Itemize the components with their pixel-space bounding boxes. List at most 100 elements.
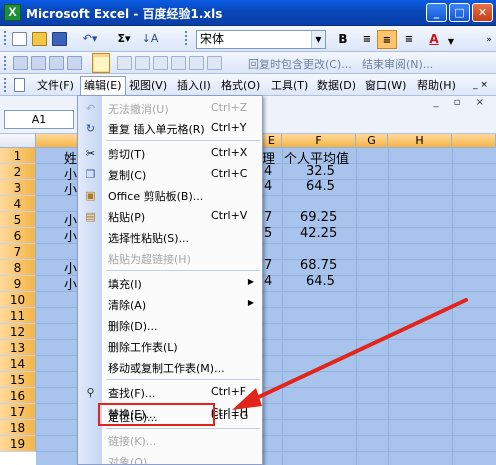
document-icon[interactable] <box>12 75 26 95</box>
new-icon[interactable] <box>10 29 28 49</box>
column-header-f[interactable]: F <box>282 134 356 148</box>
review-icon[interactable] <box>30 53 46 73</box>
comment-icon[interactable] <box>92 53 110 73</box>
toolbar-grip[interactable] <box>3 55 7 72</box>
column-header-g[interactable]: G <box>356 134 388 148</box>
sort-ascending-icon[interactable]: ↓A <box>140 29 160 49</box>
cell-f6[interactable]: 42.25 <box>300 226 337 241</box>
end-review-button[interactable]: 结束审阅(N)... <box>362 56 433 72</box>
cell-f5[interactable]: 69.25 <box>300 210 337 225</box>
chevron-down-icon[interactable]: ▼ <box>311 31 325 48</box>
menu-item-clear[interactable]: 清除(A) ▶ <box>78 294 262 315</box>
menu-item-redo[interactable]: ↻ 重复 插入单元格(R) Ctrl+Y <box>78 118 262 139</box>
menu-item-fill[interactable]: 填充(I) ▶ <box>78 273 262 294</box>
menu-help[interactable]: 帮助(H) <box>414 77 459 94</box>
review-icon[interactable] <box>66 53 82 73</box>
row-header[interactable]: 4 <box>0 196 36 212</box>
row-header[interactable]: 15 <box>0 372 36 388</box>
row-header[interactable]: 18 <box>0 420 36 436</box>
row-header[interactable]: 14 <box>0 356 36 372</box>
row-header[interactable]: 7 <box>0 244 36 260</box>
excel-icon[interactable]: X <box>4 4 21 21</box>
toolbar-grip[interactable] <box>184 30 188 47</box>
select-all-corner[interactable] <box>0 134 36 148</box>
toolbar-grip[interactable] <box>3 30 7 47</box>
menu-file[interactable]: 文件(F) <box>34 77 77 94</box>
column-header-next[interactable] <box>452 134 496 148</box>
row-header[interactable]: 5 <box>0 212 36 228</box>
menu-item-office-clipboard[interactable]: ▣ Office 剪贴板(B)... <box>78 185 262 206</box>
row-header[interactable]: 11 <box>0 308 36 324</box>
save-icon[interactable] <box>50 29 68 49</box>
row-header[interactable]: 17 <box>0 404 36 420</box>
review-icon[interactable] <box>48 53 64 73</box>
workbook-window-controls[interactable]: _ ▫ × <box>433 97 490 108</box>
align-left-icon[interactable]: ≡ <box>357 30 377 49</box>
menu-item-find[interactable]: ⚲ 查找(F)... Ctrl+F <box>78 382 262 403</box>
cell-e2[interactable]: 4 <box>264 164 272 179</box>
cell-e8[interactable]: 7 <box>264 258 272 273</box>
review-icon[interactable] <box>170 53 186 73</box>
menu-item-copy[interactable]: ❐ 复制(C) Ctrl+C <box>78 164 262 185</box>
menu-item-cut[interactable]: ✂ 剪切(T) Ctrl+X <box>78 143 262 164</box>
review-icon[interactable] <box>12 53 28 73</box>
maximize-icon[interactable]: □ <box>449 3 470 22</box>
cell-e6[interactable]: 5 <box>264 226 272 241</box>
close-workbook-icon[interactable]: _ × <box>470 77 491 94</box>
align-right-icon[interactable]: ≡ <box>399 30 419 49</box>
cell-a6[interactable]: 小 <box>64 226 77 245</box>
menu-item-paste-special[interactable]: 选择性粘贴(S)... <box>78 227 262 248</box>
review-icon[interactable] <box>134 53 150 73</box>
bold-button[interactable]: B <box>333 30 353 49</box>
menu-item-delete-sheet[interactable]: 删除工作表(L) <box>78 336 262 357</box>
menu-item-move-copy-sheet[interactable]: 移动或复制工作表(M)... <box>78 357 262 378</box>
row-header[interactable]: 1 <box>0 148 36 164</box>
font-name-select[interactable]: 宋体 ▼ <box>196 30 326 49</box>
undo-icon[interactable]: ↶▾ <box>78 29 102 49</box>
cell-f9[interactable]: 64.5 <box>306 274 335 289</box>
menu-item-paste[interactable]: ▤ 粘贴(P) Ctrl+V <box>78 206 262 227</box>
review-icon[interactable] <box>206 53 222 73</box>
cell-a9[interactable]: 小 <box>64 274 77 293</box>
minimize-icon[interactable]: _ <box>426 3 447 22</box>
row-header[interactable]: 19 <box>0 436 36 452</box>
menu-insert[interactable]: 插入(I) <box>174 77 214 94</box>
menu-view[interactable]: 视图(V) <box>126 77 170 94</box>
menu-data[interactable]: 数据(D) <box>314 77 359 94</box>
row-header[interactable]: 16 <box>0 388 36 404</box>
close-icon[interactable]: ✕ <box>472 3 493 22</box>
toolbar-options-icon[interactable]: » <box>484 30 494 50</box>
review-icon[interactable] <box>188 53 204 73</box>
cell-f3[interactable]: 64.5 <box>306 179 335 194</box>
review-icon[interactable] <box>116 53 132 73</box>
cell-f2[interactable]: 32.5 <box>306 164 335 179</box>
row-header[interactable]: 8 <box>0 260 36 276</box>
row-header[interactable]: 10 <box>0 292 36 308</box>
column-header-e[interactable]: E <box>262 134 282 148</box>
row-header[interactable]: 13 <box>0 340 36 356</box>
autosum-button[interactable]: Σ▾ <box>112 29 136 49</box>
menu-format[interactable]: 格式(O) <box>218 77 263 94</box>
review-icon[interactable] <box>152 53 168 73</box>
chevron-down-icon[interactable]: ▼ <box>446 32 456 52</box>
cell-a3[interactable]: 小 <box>64 179 77 198</box>
font-color-button[interactable]: A <box>424 30 444 49</box>
align-center-icon[interactable]: ≡ <box>377 30 397 49</box>
cell-f8[interactable]: 68.75 <box>300 258 337 273</box>
cell-e9[interactable]: 4 <box>264 274 272 289</box>
column-header-h[interactable]: H <box>388 134 452 148</box>
toolbar-grip[interactable] <box>3 77 7 94</box>
row-header[interactable]: 3 <box>0 180 36 196</box>
cell-e3[interactable]: 4 <box>264 179 272 194</box>
menu-window[interactable]: 窗口(W) <box>362 77 409 94</box>
reply-with-changes-button[interactable]: 回复时包含更改(C)... <box>248 56 352 72</box>
menu-tools[interactable]: 工具(T) <box>268 77 311 94</box>
menu-item-delete[interactable]: 删除(D)... <box>78 315 262 336</box>
row-header[interactable]: 9 <box>0 276 36 292</box>
cell-e5[interactable]: 7 <box>264 210 272 225</box>
open-icon[interactable] <box>30 29 48 49</box>
row-header[interactable]: 12 <box>0 324 36 340</box>
row-header[interactable]: 6 <box>0 228 36 244</box>
menu-edit[interactable]: 编辑(E) <box>80 76 126 96</box>
row-header[interactable]: 2 <box>0 164 36 180</box>
